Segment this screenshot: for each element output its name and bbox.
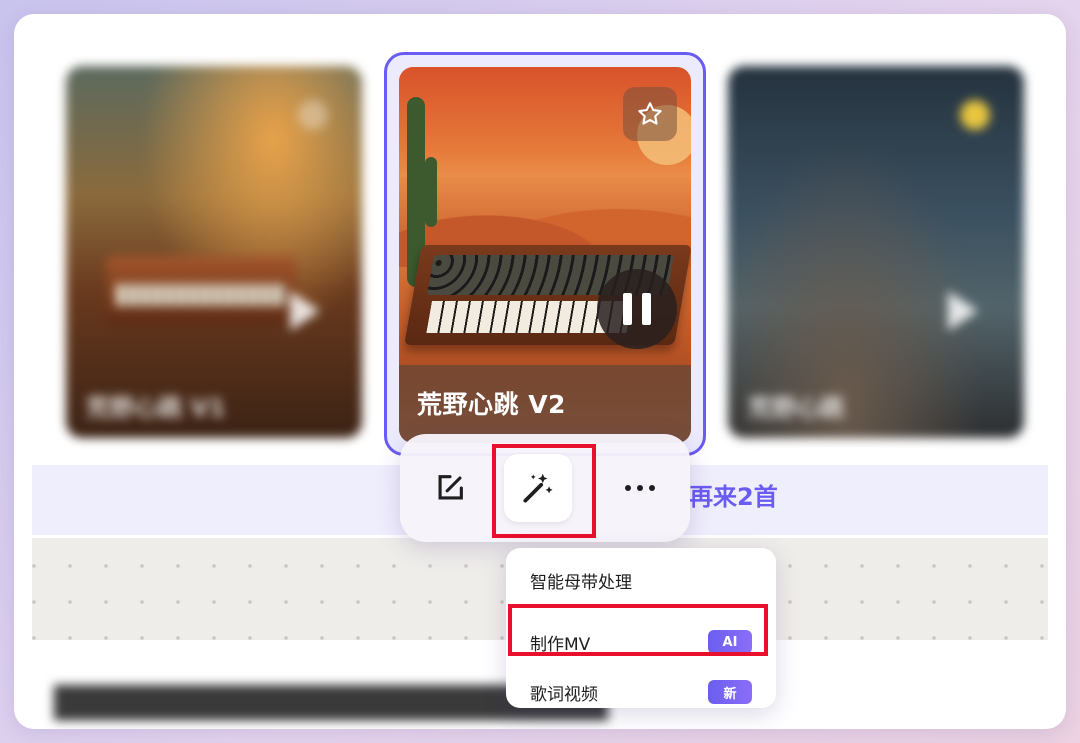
card-artwork [106, 256, 296, 326]
song-card-left[interactable]: 荒野心跳 V1 [66, 66, 362, 438]
favorite-button[interactable] [623, 87, 677, 141]
edit-button[interactable] [416, 454, 484, 522]
song-title: 荒野心跳 V1 [86, 394, 226, 422]
more-icon [625, 485, 655, 491]
pause-icon [623, 293, 632, 325]
more-button[interactable] [606, 454, 674, 522]
star-icon [638, 102, 662, 125]
song-title: 荒野心跳 [748, 394, 844, 422]
cactus-shape [425, 157, 437, 227]
menu-item-label: 智能母带处理 [530, 572, 632, 593]
card-artwork: 荒野心跳 V2 [399, 67, 691, 443]
song-card-selected[interactable]: 荒野心跳 V2 [384, 52, 706, 456]
pause-button[interactable] [597, 269, 677, 349]
edit-icon [438, 475, 463, 500]
highlight-box [508, 604, 768, 656]
regenerate-button[interactable]: 再来2首 [689, 477, 778, 512]
song-card-right[interactable]: 荒野心跳 [728, 66, 1024, 438]
highlight-box [492, 444, 596, 538]
main-panel: 荒野心跳 V1 荒野心跳 再来2首 ██████████████████████… [14, 14, 1066, 729]
menu-item-lyric-video[interactable]: 歌词视频 新 [506, 668, 776, 708]
play-icon[interactable] [290, 291, 320, 331]
new-badge: 新 [708, 680, 752, 704]
menu-item-label: 歌词视频 [530, 684, 598, 705]
song-title: 荒野心跳 V2 [417, 390, 566, 419]
favorite-icon[interactable] [960, 100, 990, 130]
menu-item-mastering[interactable]: 智能母带处理 [506, 556, 776, 604]
pause-icon [642, 293, 651, 325]
favorite-icon[interactable] [298, 100, 328, 130]
play-icon[interactable] [948, 291, 978, 331]
